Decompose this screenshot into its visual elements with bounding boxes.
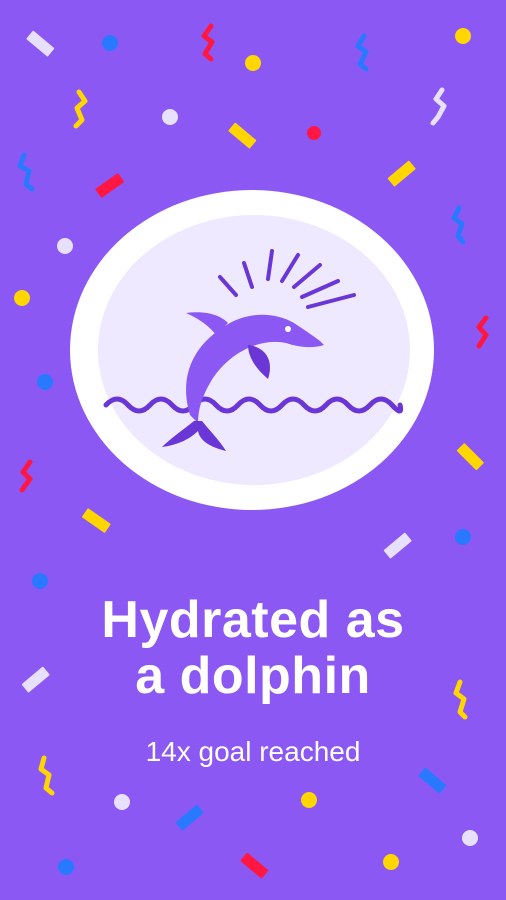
achievement-title: Hydrated as a dolphin xyxy=(0,592,506,704)
title-line-2: a dolphin xyxy=(135,647,371,705)
goal-count-text: 14x goal reached xyxy=(145,736,361,767)
title-line-1: Hydrated as xyxy=(101,591,405,649)
dolphin-icon xyxy=(103,249,404,451)
achievement-screen: Hydrated as a dolphin 14x goal reached xyxy=(0,0,506,900)
